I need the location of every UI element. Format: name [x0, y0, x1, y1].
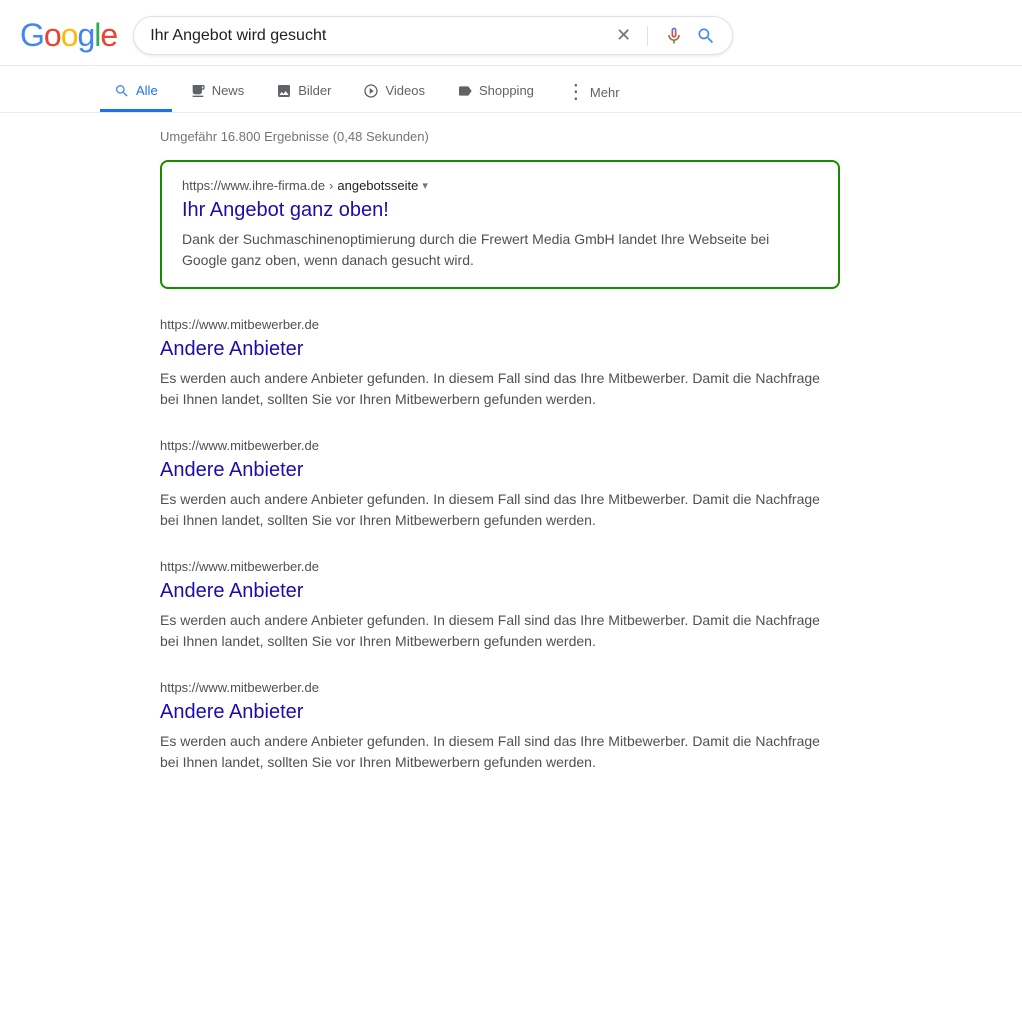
search-icon: [696, 26, 716, 46]
nav-tabs: Alle News Bilder Videos Shopping ⋮ Mehr: [0, 66, 1022, 113]
tab-news[interactable]: News: [176, 73, 259, 112]
shopping-icon: [457, 83, 473, 99]
more-dots-icon: ⋮: [566, 82, 586, 102]
result-5-title[interactable]: Andere Anbieter: [160, 699, 840, 725]
url-dropdown-icon[interactable]: ▾: [422, 179, 428, 192]
results-area: Umgefähr 16.800 Ergebnisse (0,48 Sekunde…: [0, 113, 860, 817]
search-icons: ✕: [616, 25, 716, 46]
logo-g1: G: [20, 17, 44, 54]
featured-result-snippet: Dank der Suchmaschinenoptimierung durch …: [182, 229, 818, 271]
result-5-snippet: Es werden auch andere Anbieter gefunden.…: [160, 731, 840, 773]
result-card-2: https://www.mitbewerber.de Andere Anbiet…: [160, 317, 840, 410]
featured-result-card: https://www.ihre-firma.de › angebotsseit…: [160, 160, 840, 289]
mic-icon: [664, 26, 684, 46]
bilder-icon: [276, 83, 292, 99]
tab-mehr-label: Mehr: [590, 85, 620, 100]
result-4-url: https://www.mitbewerber.de: [160, 559, 840, 574]
result-card-3: https://www.mitbewerber.de Andere Anbiet…: [160, 438, 840, 531]
tab-shopping-label: Shopping: [479, 83, 534, 98]
results-stats: Umgefähr 16.800 Ergebnisse (0,48 Sekunde…: [160, 129, 840, 144]
logo-o1: o: [44, 17, 61, 54]
result-2-url: https://www.mitbewerber.de: [160, 317, 840, 332]
tab-shopping[interactable]: Shopping: [443, 73, 548, 112]
tab-mehr[interactable]: ⋮ Mehr: [552, 72, 634, 112]
result-card-4: https://www.mitbewerber.de Andere Anbiet…: [160, 559, 840, 652]
result-4-url-text: https://www.mitbewerber.de: [160, 559, 319, 574]
clear-button[interactable]: ✕: [616, 25, 631, 46]
result-card-5: https://www.mitbewerber.de Andere Anbiet…: [160, 680, 840, 773]
featured-result-title[interactable]: Ihr Angebot ganz oben!: [182, 197, 818, 223]
result-4-snippet: Es werden auch andere Anbieter gefunden.…: [160, 610, 840, 652]
result-4-title[interactable]: Andere Anbieter: [160, 578, 840, 604]
result-3-snippet: Es werden auch andere Anbieter gefunden.…: [160, 489, 840, 531]
search-bar: ✕: [133, 16, 733, 55]
alle-search-icon: [114, 83, 130, 99]
divider: [647, 26, 648, 46]
close-icon: ✕: [616, 25, 631, 46]
featured-url-text: https://www.ihre-firma.de: [182, 178, 325, 193]
mic-button[interactable]: [664, 26, 684, 46]
result-2-url-text: https://www.mitbewerber.de: [160, 317, 319, 332]
search-button[interactable]: [696, 26, 716, 46]
url-separator: ›: [329, 178, 333, 193]
tab-videos-label: Videos: [385, 83, 425, 98]
search-input[interactable]: [150, 27, 616, 45]
tab-videos[interactable]: Videos: [349, 73, 439, 112]
result-5-url-text: https://www.mitbewerber.de: [160, 680, 319, 695]
videos-icon: [363, 83, 379, 99]
tab-news-label: News: [212, 83, 245, 98]
result-3-url-text: https://www.mitbewerber.de: [160, 438, 319, 453]
logo-e: e: [100, 17, 117, 54]
result-3-title[interactable]: Andere Anbieter: [160, 457, 840, 483]
news-icon: [190, 83, 206, 99]
tab-alle-label: Alle: [136, 83, 158, 98]
tab-alle[interactable]: Alle: [100, 73, 172, 112]
logo-o2: o: [61, 17, 78, 54]
result-2-title[interactable]: Andere Anbieter: [160, 336, 840, 362]
header: Google ✕: [0, 0, 1022, 66]
featured-result-url: https://www.ihre-firma.de › angebotsseit…: [182, 178, 818, 193]
logo-g2: g: [77, 17, 94, 54]
google-logo: Google: [20, 17, 117, 54]
tab-bilder[interactable]: Bilder: [262, 73, 345, 112]
featured-url-path: angebotsseite: [337, 178, 418, 193]
tab-bilder-label: Bilder: [298, 83, 331, 98]
result-5-url: https://www.mitbewerber.de: [160, 680, 840, 695]
result-2-snippet: Es werden auch andere Anbieter gefunden.…: [160, 368, 840, 410]
result-3-url: https://www.mitbewerber.de: [160, 438, 840, 453]
